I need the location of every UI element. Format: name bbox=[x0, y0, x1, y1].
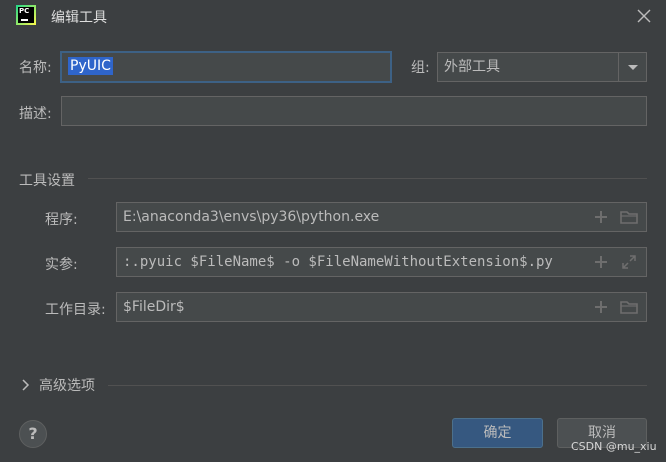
arguments-input[interactable]: :.pyuic $FileName$ -o $FileNameWithoutEx… bbox=[116, 247, 647, 277]
description-input[interactable] bbox=[61, 96, 647, 126]
section-divider bbox=[88, 178, 647, 179]
working-directory-input[interactable]: $FileDir$ bbox=[116, 292, 647, 322]
name-input-value: PyUIC bbox=[68, 57, 113, 75]
pycharm-app-icon: PC bbox=[16, 5, 36, 25]
group-label: 组: bbox=[411, 60, 430, 76]
program-label: 程序: bbox=[45, 212, 78, 228]
advanced-options-toggle[interactable]: 高级选项 bbox=[19, 375, 95, 395]
advanced-divider bbox=[108, 385, 647, 386]
program-input-value: E:\anaconda3\envs\py36\python.exe bbox=[123, 209, 380, 225]
add-macro-icon[interactable] bbox=[590, 293, 612, 321]
group-select-value: 外部工具 bbox=[444, 59, 500, 75]
arguments-label: 实参: bbox=[45, 257, 78, 273]
help-button[interactable]: ? bbox=[19, 420, 47, 448]
folder-browse-icon[interactable] bbox=[618, 293, 640, 321]
name-label: 名称: bbox=[19, 60, 52, 76]
description-label: 描述: bbox=[19, 106, 52, 122]
chevron-right-icon bbox=[22, 379, 30, 391]
advanced-options-label: 高级选项 bbox=[39, 378, 95, 394]
folder-browse-icon[interactable] bbox=[618, 203, 640, 231]
ok-button[interactable]: 确定 bbox=[452, 418, 543, 448]
add-macro-icon[interactable] bbox=[590, 248, 612, 276]
tool-settings-title: 工具设置 bbox=[19, 173, 75, 189]
dropdown-arrow-button[interactable] bbox=[618, 53, 646, 81]
chevron-down-icon bbox=[628, 65, 638, 70]
add-macro-icon[interactable] bbox=[590, 203, 612, 231]
watermark: CSDN @mu_xiu bbox=[571, 440, 657, 453]
close-icon[interactable] bbox=[634, 6, 654, 26]
name-input[interactable]: PyUIC bbox=[60, 51, 392, 83]
expand-icon[interactable] bbox=[618, 248, 640, 276]
group-select[interactable]: 外部工具 bbox=[437, 52, 647, 82]
working-directory-value: $FileDir$ bbox=[123, 299, 185, 315]
program-input[interactable]: E:\anaconda3\envs\py36\python.exe bbox=[116, 202, 647, 232]
window-title: 编辑工具 bbox=[51, 10, 107, 26]
arguments-input-value: :.pyuic $FileName$ -o $FileNameWithoutEx… bbox=[123, 254, 553, 270]
working-directory-label: 工作目录: bbox=[45, 302, 106, 318]
